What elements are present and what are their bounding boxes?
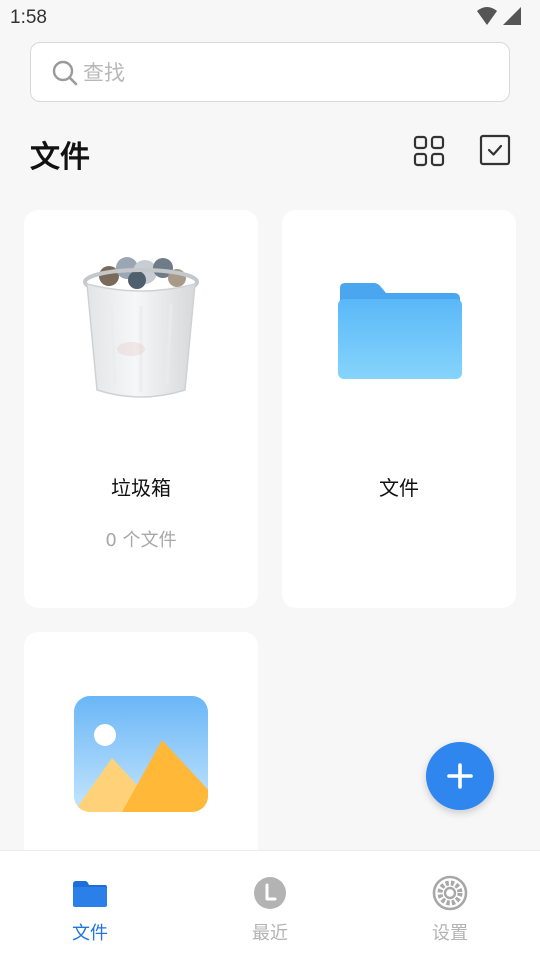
gear-icon: [432, 875, 468, 911]
nav-item-files[interactable]: 文件: [0, 851, 180, 960]
folder-icon: [338, 283, 462, 379]
cell-signal-icon: [503, 7, 521, 25]
nav-item-recent[interactable]: 最近: [180, 851, 360, 960]
status-icons: [476, 6, 522, 26]
files-card-label: 文件: [379, 476, 419, 500]
page-title: 文件: [30, 140, 90, 175]
trash-bin-icon: [83, 257, 199, 398]
image-gallery-icon: [74, 696, 208, 812]
screen: 1:58 文件: [0, 0, 540, 960]
plus-icon: [447, 763, 473, 789]
trash-card[interactable]: 垃圾箱 0 个文件: [24, 210, 258, 608]
bottom-navigation: 文件 最近 设置: [0, 850, 540, 960]
clock-icon: [254, 877, 286, 909]
nav-item-settings-label: 设置: [432, 923, 468, 944]
search-input[interactable]: [83, 55, 483, 91]
nav-item-settings[interactable]: 设置: [360, 851, 540, 960]
checkbox-icon: [479, 134, 511, 166]
grid-view-button[interactable]: [412, 134, 446, 168]
nav-item-files-label: 文件: [72, 923, 108, 944]
files-card[interactable]: 文件: [282, 210, 516, 608]
status-time: 1:58: [10, 7, 47, 28]
wifi-icon: [477, 7, 497, 25]
folder-icon: [73, 881, 107, 907]
select-mode-button[interactable]: [478, 133, 512, 167]
grid-view-icon: [413, 135, 445, 167]
status-bar: 1:58: [0, 0, 540, 36]
nav-item-recent-label: 最近: [252, 923, 288, 944]
search-bar[interactable]: [30, 42, 510, 102]
trash-card-file-count: 0 个文件: [105, 530, 177, 551]
trash-card-label: 垃圾箱: [111, 476, 171, 500]
search-icon: [52, 60, 78, 86]
add-button[interactable]: [426, 742, 494, 810]
